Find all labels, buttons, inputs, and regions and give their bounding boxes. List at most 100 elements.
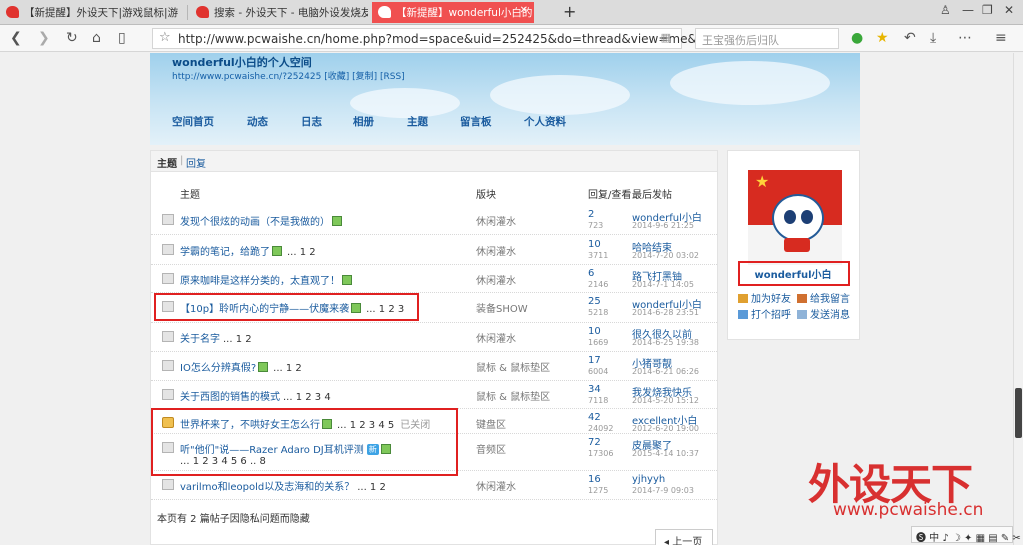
page-links[interactable]: ... 1 2 — [223, 334, 252, 345]
reply-count[interactable]: 25 — [588, 296, 601, 307]
thread-title-text[interactable]: 关于西图的销售的模式 — [180, 392, 280, 403]
last-post-date[interactable]: 2014-7-9 09:03 — [632, 486, 694, 495]
thread-title[interactable]: 关于西图的销售的模式... 1 2 3 4 — [180, 388, 331, 403]
last-post-date[interactable]: 2014-7-20 03:02 — [632, 251, 699, 260]
thread-title[interactable]: varilmo和leopold以及志海和的关系？... 1 2 — [180, 478, 386, 493]
bookmark-star-icon[interactable]: ☆ — [159, 30, 171, 45]
thread-title-text[interactable]: 学霸的笔记，给跪了 — [180, 247, 270, 258]
last-post-date[interactable]: 2014-7-1 14:05 — [632, 280, 694, 289]
back-icon[interactable]: ❮ — [10, 29, 22, 47]
leave-message-link[interactable]: 给我留言 — [797, 290, 850, 305]
reply-count[interactable]: 42 — [588, 412, 601, 423]
scrollbar-thumb[interactable] — [1015, 388, 1022, 438]
reader-icon[interactable]: ▯ — [118, 29, 126, 47]
reply-count[interactable]: 16 — [588, 474, 601, 485]
thread-title[interactable]: IO怎么分辨真假? ... 1 2 — [180, 359, 302, 374]
maximize-button[interactable]: ❐ — [982, 3, 993, 17]
new-tab-button[interactable]: + — [563, 2, 576, 21]
thread-forum[interactable]: 休闲灌水 — [476, 478, 516, 493]
tab-search[interactable]: 搜索 - 外设天下 - 电脑外设发烧友 — [190, 2, 368, 23]
tab-space-active[interactable]: 【新提醒】wonderful小白的 ✕ — [372, 2, 534, 23]
thread-forum[interactable]: 音频区 — [476, 441, 506, 456]
last-post-date[interactable]: 2014-6-28 23:51 — [632, 308, 699, 317]
thread-forum[interactable]: 休闲灌水 — [476, 272, 516, 287]
view-count: 24092 — [588, 424, 614, 433]
minimize-button[interactable]: — — [962, 3, 974, 17]
space-title[interactable]: wonderful小白的个人空间 — [172, 54, 312, 70]
account-icon[interactable]: ♙ — [940, 3, 951, 17]
thread-title[interactable]: 发现个很炫的动画（不是我做的） — [180, 213, 344, 228]
reply-count[interactable]: 6 — [588, 268, 594, 279]
send-message-link[interactable]: 发送消息 — [797, 306, 850, 321]
send-message-label: 发送消息 — [810, 310, 850, 321]
reply-count[interactable]: 34 — [588, 384, 601, 395]
thread-title[interactable]: 原来咖啡是这样分类的，太直观了！ — [180, 272, 354, 287]
page-links[interactable]: ... 1 2 — [287, 247, 316, 258]
reply-count[interactable]: 17 — [588, 355, 601, 366]
reply-count[interactable]: 10 — [588, 326, 601, 337]
thread-title[interactable]: 关于名字... 1 2 — [180, 330, 252, 345]
thread-icon — [162, 389, 174, 400]
favorites-star-icon[interactable]: ★ — [876, 29, 889, 47]
nav-blog[interactable]: 日志 — [301, 114, 322, 129]
space-url[interactable]: http://www.pcwaishe.cn/?252425 [收藏] [复制]… — [172, 69, 405, 82]
download-icon[interactable]: ⤓ — [930, 29, 936, 47]
undo-icon[interactable]: ↶ — [904, 29, 916, 47]
tab-close-icon[interactable]: ✕ — [520, 5, 528, 16]
forward-icon[interactable]: ❯ — [38, 29, 50, 47]
thread-forum[interactable]: 休闲灌水 — [476, 243, 516, 258]
thread-title-text[interactable]: 关于名字 — [180, 334, 220, 345]
tab-pcwaishe-home[interactable]: 【新提醒】外设天下|游戏鼠标|游 — [0, 2, 188, 23]
grid-icon[interactable]: ▦ — [661, 31, 671, 44]
add-friend-link[interactable]: 加为好友 — [738, 290, 791, 305]
thread-forum[interactable]: 休闲灌水 — [476, 330, 516, 345]
search-box[interactable]: 王宝强伤后归队 — [695, 28, 839, 49]
reply-count[interactable]: 72 — [588, 437, 601, 448]
nav-album[interactable]: 相册 — [353, 114, 374, 129]
reload-icon[interactable]: ↻ — [66, 29, 78, 47]
thread-forum[interactable]: 休闲灌水 — [476, 213, 516, 228]
page-links[interactable]: ... 1 2 — [357, 482, 386, 493]
nav-guestbook[interactable]: 留言板 — [460, 114, 492, 129]
last-post-date[interactable]: 2014-6-21 06:26 — [632, 367, 699, 376]
extension-icon[interactable]: ● — [851, 29, 863, 47]
reply-count[interactable]: 2 — [588, 209, 594, 220]
previous-page-button[interactable]: ◂ 上一页 — [655, 529, 713, 545]
last-post-date[interactable]: 2012-6-20 19:00 — [632, 424, 699, 433]
page-links[interactable]: ... 1 2 3 4 — [283, 392, 331, 403]
thread-forum[interactable]: 装备SHOW — [476, 300, 528, 315]
scrollbar[interactable] — [1013, 53, 1023, 545]
last-post-date[interactable]: 2014-9-6 21:25 — [632, 221, 694, 230]
thread-title-text[interactable]: 发现个很炫的动画（不是我做的） — [180, 217, 330, 228]
subtab-threads[interactable]: 主题 — [157, 155, 177, 170]
last-post-date[interactable]: 2015-4-14 10:37 — [632, 449, 699, 458]
home-icon[interactable]: ⌂ — [92, 29, 101, 47]
thread-title[interactable]: 学霸的笔记，给跪了 ... 1 2 — [180, 243, 316, 258]
address-bar[interactable]: ☆ http://www.pcwaishe.cn/home.php?mod=sp… — [152, 28, 729, 49]
last-post-date[interactable]: 2014-6-25 19:38 — [632, 338, 699, 347]
add-friend-icon — [738, 294, 748, 303]
nav-space-home[interactable]: 空间首页 — [172, 114, 214, 129]
thread-forum[interactable]: 鼠标 & 鼠标垫区 — [476, 388, 550, 403]
reply-count[interactable]: 10 — [588, 239, 601, 250]
search-placeholder[interactable]: 王宝强伤后归队 — [702, 32, 779, 48]
page-links[interactable]: ... 1 2 — [273, 363, 302, 374]
nav-feed[interactable]: 动态 — [247, 114, 268, 129]
url-text[interactable]: http://www.pcwaishe.cn/home.php?mod=spac… — [178, 32, 729, 46]
menu-icon[interactable]: ≡ — [995, 29, 1007, 47]
last-post-date[interactable]: 2014-5-20 15:12 — [632, 396, 699, 405]
nav-threads[interactable]: 主题 — [407, 114, 428, 129]
close-window-button[interactable]: ✕ — [1004, 3, 1014, 17]
subtab-replies[interactable]: 回复 — [186, 155, 206, 170]
nav-profile[interactable]: 个人资料 — [524, 114, 566, 129]
avatar[interactable]: ★ — [748, 170, 842, 265]
thread-title-text[interactable]: 原来咖啡是这样分类的，太直观了！ — [180, 276, 340, 287]
more-icon[interactable]: ⋯ — [958, 29, 972, 47]
last-poster[interactable]: yjhyyh — [632, 474, 665, 485]
thread-forum[interactable]: 鼠标 & 鼠标垫区 — [476, 359, 550, 374]
greet-link[interactable]: 打个招呼 — [738, 306, 791, 321]
ime-status-bar[interactable]: 🅢 中 ♪ ☽ ✦ ▦ ▤ ✎ ✂ — [911, 526, 1021, 544]
thread-title-text[interactable]: varilmo和leopold以及志海和的关系？ — [180, 482, 354, 493]
thread-forum[interactable]: 键盘区 — [476, 416, 506, 431]
thread-title-text[interactable]: IO怎么分辨真假? — [180, 363, 256, 374]
